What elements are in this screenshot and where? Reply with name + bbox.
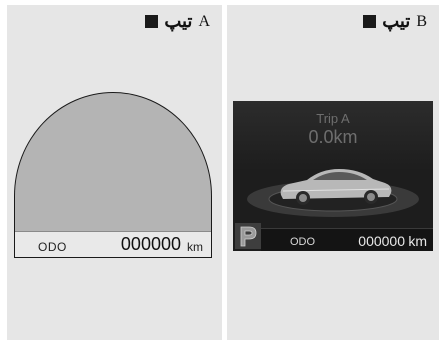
- trip-value: 0.0km: [308, 127, 358, 147]
- square-bullet-icon: [145, 15, 159, 28]
- type-letter: A: [198, 12, 210, 30]
- type-b-header: تیپ B: [363, 11, 427, 32]
- type-letter: B: [416, 12, 427, 30]
- odometer-label: ODO: [38, 240, 67, 254]
- cluster-display-b: Trip A 0.0km ODO 000000 km: [233, 101, 433, 251]
- square-bullet-icon: [363, 15, 377, 28]
- type-a-panel: تیپ A ODO 000000 km: [7, 5, 222, 340]
- odometer-label: ODO: [290, 236, 316, 248]
- type-word: تیپ: [382, 11, 411, 31]
- odometer-unit: km: [408, 233, 427, 249]
- odometer-value: 000000: [358, 233, 405, 249]
- cluster-display-a-face: ODO 000000 km: [15, 93, 211, 257]
- parking-icon: [235, 223, 261, 249]
- type-b-panel: تیپ B Trip A 0.0km ODO 000000 km: [227, 5, 439, 340]
- type-word: تیپ: [164, 11, 193, 31]
- cluster-display-a: ODO 000000 km: [14, 92, 212, 258]
- odometer-value: 000000: [120, 234, 181, 254]
- odometer-unit: km: [187, 240, 203, 254]
- car-icon: [280, 169, 392, 205]
- odometer-bar-a: ODO 000000 km: [15, 231, 211, 257]
- trip-label: Trip A: [316, 111, 350, 126]
- odometer-bar-b: [261, 228, 433, 251]
- type-a-header: تیپ A: [145, 11, 210, 32]
